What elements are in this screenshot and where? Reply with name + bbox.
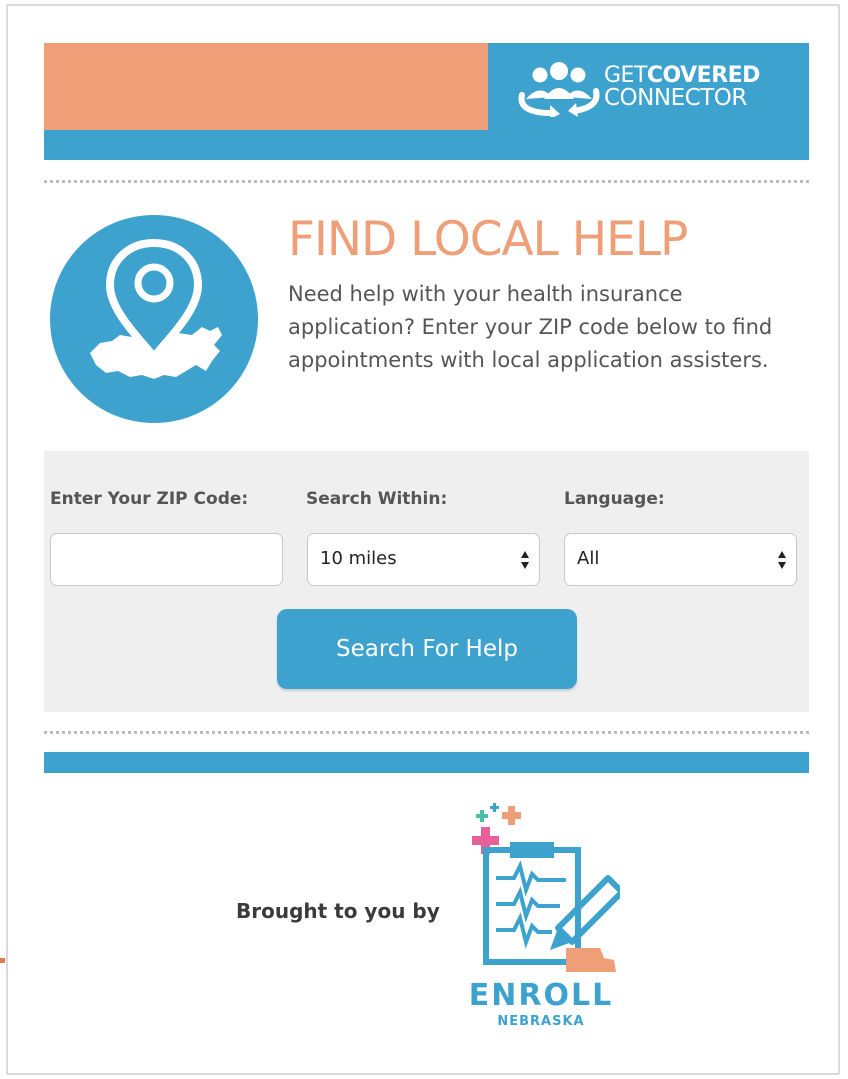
map-pin-icon	[50, 215, 258, 423]
brand-connector: CONNECTOR	[604, 85, 747, 111]
brand-logo: GETCOVERED CONNECTOR	[516, 57, 806, 119]
brand-wordmark: GETCOVERED CONNECTOR	[604, 64, 760, 110]
blue-divider-bar	[44, 752, 809, 773]
enroll-wordmark: ENROLL	[468, 978, 614, 1013]
dotted-divider-top	[44, 180, 809, 183]
search-within-value: 10 miles	[320, 548, 397, 569]
nebraska-wordmark: NEBRASKA	[497, 1014, 585, 1029]
enroll-nebraska-logo	[472, 803, 620, 972]
brought-to-you-by: Brought to you by	[236, 899, 440, 923]
page-title: FIND LOCAL HELP	[288, 212, 688, 267]
edge-mark	[0, 958, 5, 963]
select-arrows-icon	[521, 551, 529, 569]
zip-code-input[interactable]	[50, 533, 283, 586]
search-for-help-button[interactable]: Search For Help	[277, 609, 577, 689]
search-within-select[interactable]: 10 miles	[307, 533, 540, 586]
select-arrows-icon	[778, 551, 786, 569]
search-panel: Enter Your ZIP Code: Search Within: Lang…	[44, 451, 809, 712]
header-orange-band	[44, 43, 488, 130]
language-select[interactable]: All	[564, 533, 797, 586]
dotted-divider-bottom	[44, 731, 809, 734]
intro-description: Need help with your health insurance app…	[288, 282, 773, 372]
zip-label: Enter Your ZIP Code:	[50, 489, 249, 509]
language-value: All	[577, 548, 600, 569]
language-label: Language:	[564, 489, 665, 509]
header-banner: GETCOVERED CONNECTOR	[44, 43, 809, 160]
people-group-icon	[518, 62, 600, 117]
search-within-label: Search Within:	[306, 489, 448, 509]
